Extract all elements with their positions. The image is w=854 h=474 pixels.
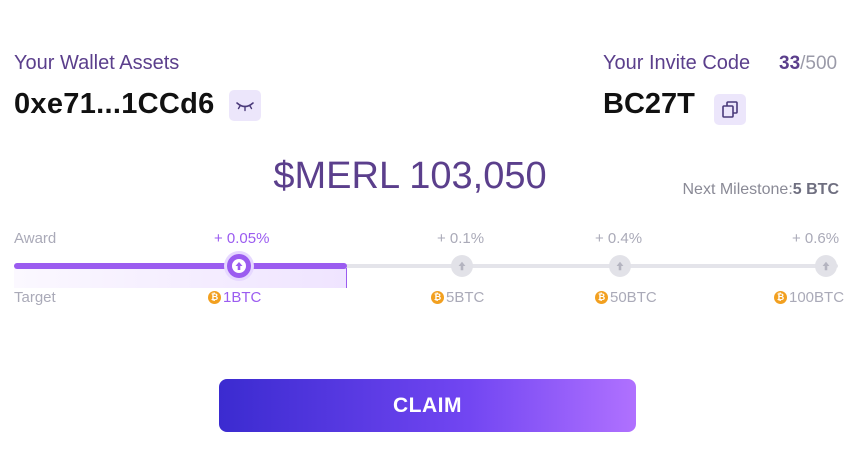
arrow-up-icon — [822, 261, 830, 271]
award-row-label: Award — [14, 230, 57, 247]
arrow-up-icon — [232, 259, 246, 273]
eye-closed-icon — [236, 101, 254, 111]
milestone-node-4 — [815, 255, 837, 277]
toggle-visibility-button[interactable] — [229, 90, 261, 121]
bitcoin-icon: ₿ — [774, 291, 787, 304]
bitcoin-icon: ₿ — [431, 291, 444, 304]
milestone-node-2 — [451, 255, 473, 277]
arrow-up-icon — [458, 261, 466, 271]
target-level-1-value: 1BTC — [223, 289, 262, 306]
copy-icon — [722, 101, 738, 118]
next-milestone-label: Next Milestone: — [682, 181, 793, 198]
next-milestone-value: 5 BTC — [792, 181, 839, 198]
copy-invite-code-button[interactable] — [714, 94, 746, 125]
milestone-node-3 — [609, 255, 631, 277]
award-level-4: + 0.6% — [792, 230, 840, 247]
award-level-2: + 0.1% — [437, 230, 485, 247]
target-level-2: ₿ 5BTC — [431, 289, 484, 306]
invite-code: BC27T — [603, 88, 695, 120]
award-level-1: + 0.05% — [214, 230, 270, 247]
award-level-3: + 0.4% — [595, 230, 643, 247]
invite-max-count: 500 — [805, 53, 838, 74]
invite-code-label: Your Invite Code — [603, 52, 751, 74]
target-level-3: ₿ 50BTC — [595, 289, 657, 306]
invite-count: 33/500 — [779, 53, 837, 75]
target-level-4-value: 100BTC — [789, 289, 845, 306]
invite-used-count: 33 — [779, 53, 801, 74]
milestone-node-1 — [227, 254, 251, 278]
bitcoin-icon: ₿ — [595, 291, 608, 304]
claim-button[interactable]: CLAIM — [219, 379, 636, 432]
target-level-4: ₿ 100BTC — [774, 289, 844, 306]
wallet-assets-label: Your Wallet Assets — [14, 52, 180, 74]
arrow-up-icon — [616, 261, 624, 271]
target-level-1: ₿ 1BTC — [208, 289, 261, 306]
target-level-2-value: 5BTC — [446, 289, 485, 306]
target-row-label: Target — [14, 289, 56, 306]
progress-fill — [14, 263, 347, 269]
bitcoin-icon: ₿ — [208, 291, 221, 304]
next-milestone: Next Milestone:5 BTC — [683, 181, 840, 199]
progress-highlight — [14, 268, 347, 288]
wallet-address: 0xe71...1CCd6 — [14, 88, 215, 120]
target-level-3-value: 50BTC — [610, 289, 657, 306]
